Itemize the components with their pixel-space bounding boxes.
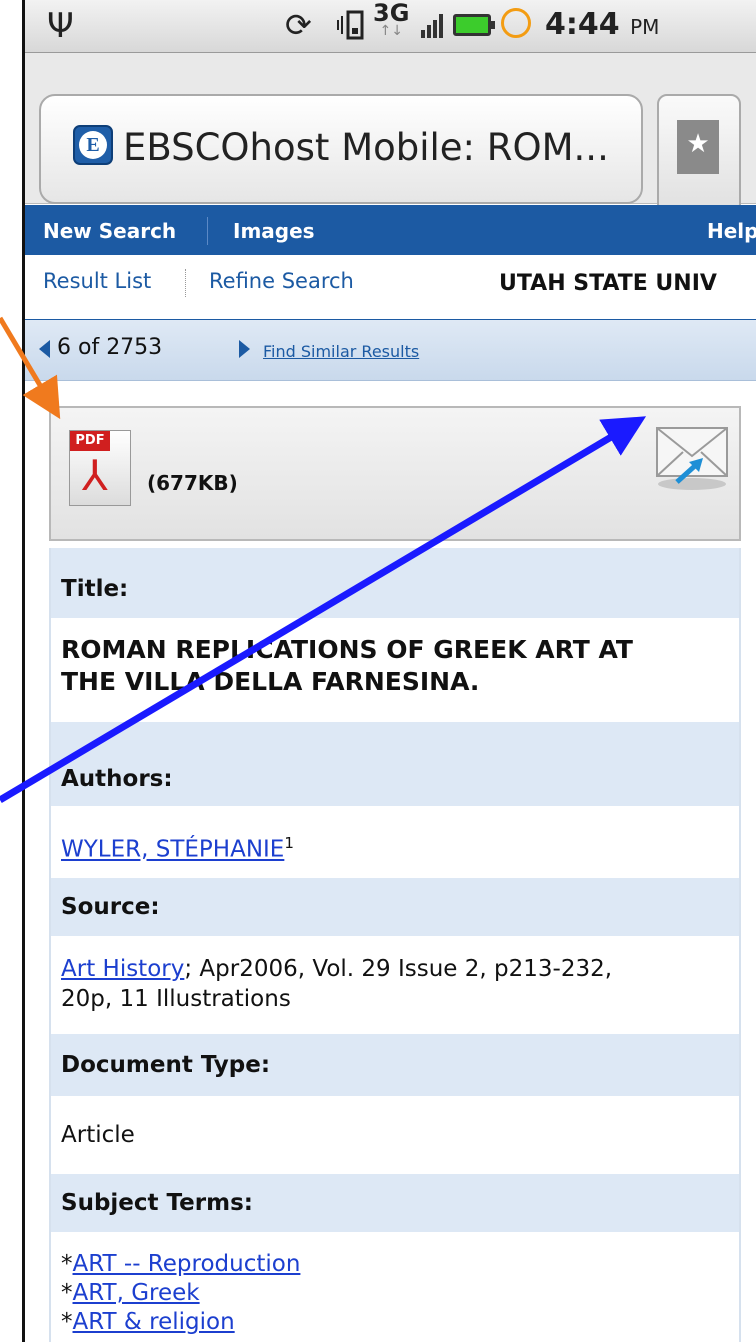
page-title: EBSCOhost Mobile: ROM... — [123, 126, 609, 169]
pdf-badge: PDF — [70, 431, 110, 451]
author-link[interactable]: WYLER, STÉPHANIE — [61, 837, 284, 863]
find-similar-link[interactable]: Find Similar Results — [263, 342, 419, 361]
refine-search-link[interactable]: Refine Search — [209, 269, 354, 293]
phone-screen: Ψ ⟳ 3G ↑↓ 4:44 PM E EBSCOhost Mobile: RO… — [22, 0, 756, 1342]
record-title-line-2: THE VILLA DELLA FARNESINA. — [61, 667, 480, 696]
battery-icon — [453, 14, 495, 36]
author-value: WYLER, STÉPHANIE1 — [61, 828, 721, 865]
source-details-line-2: 20p, 11 Illustrations — [61, 986, 291, 1012]
clock-ampm: PM — [630, 15, 660, 39]
author-affiliation-mark: 1 — [284, 834, 294, 852]
record-detail: Title: ROMAN REPLICATIONS OF GREEK ART A… — [49, 548, 741, 1342]
usb-icon: Ψ — [47, 6, 74, 46]
ebsco-favicon-icon: E — [73, 125, 113, 165]
result-position: 6 of 2753 — [57, 335, 163, 360]
pdf-icon[interactable]: PDF ⅄ — [69, 430, 131, 506]
top-navigation: New Search Images Help — [25, 205, 756, 255]
new-search-link[interactable]: New Search — [43, 219, 176, 243]
network-indicator: 3G ↑↓ — [373, 1, 409, 38]
journal-link[interactable]: Art History — [61, 956, 184, 982]
images-link[interactable]: Images — [233, 219, 315, 243]
result-list-link[interactable]: Result List — [43, 269, 151, 293]
subject-term: *ART, Greek — [61, 1280, 200, 1306]
subject-term-link[interactable]: ART & religion — [73, 1309, 235, 1335]
institution-name: UTAH STATE UNIV — [499, 271, 717, 296]
document-type-label: Document Type: — [51, 1034, 739, 1096]
subject-term: *ART -- Reproduction — [61, 1251, 301, 1277]
signal-icon — [421, 12, 447, 38]
subject-terms-list: *ART -- Reproduction *ART, Greek *ART & … — [61, 1250, 721, 1337]
help-link[interactable]: Help — [707, 219, 756, 243]
title-label: Title: — [51, 548, 739, 618]
url-field[interactable]: E EBSCOhost Mobile: ROM... — [39, 94, 643, 204]
subject-terms-label: Subject Terms: — [51, 1174, 739, 1232]
next-result-icon[interactable] — [239, 340, 250, 358]
star-bookmark-icon: ★ — [677, 120, 719, 174]
status-bar: Ψ ⟳ 3G ↑↓ 4:44 PM — [25, 0, 756, 53]
clock-time: 4:44 — [545, 7, 620, 42]
pdf-size: (677KB) — [147, 471, 238, 495]
source-value: Art History; Apr2006, Vol. 29 Issue 2, p… — [61, 954, 721, 1014]
status-clock: 4:44 PM — [545, 7, 659, 42]
source-details: ; Apr2006, Vol. 29 Issue 2, p213-232, — [184, 956, 613, 982]
subject-term-link[interactable]: ART, Greek — [73, 1280, 200, 1306]
source-label: Source: — [51, 878, 739, 936]
browser-toolbar: E EBSCOhost Mobile: ROM... ★ — [25, 53, 756, 214]
previous-result-icon[interactable] — [39, 340, 50, 358]
sync-icon: ⟳ — [285, 6, 312, 44]
full-text-toolbar: PDF ⅄ (677KB) — [49, 406, 741, 541]
sub-navigation: Result List Refine Search UTAH STATE UNI… — [25, 255, 756, 321]
favicon-letter: E — [79, 131, 107, 159]
bookmark-button[interactable]: ★ — [657, 94, 741, 214]
subject-term: *ART & religion — [61, 1309, 235, 1335]
alarm-icon — [501, 8, 531, 38]
document-type-value: Article — [61, 1122, 135, 1148]
record-title-line-1: ROMAN REPLICATIONS OF GREEK ART AT — [61, 635, 633, 664]
email-icon[interactable] — [653, 422, 731, 492]
vibrate-icon — [337, 10, 364, 40]
adobe-logo-icon: ⅄ — [82, 454, 108, 500]
subnav-divider — [185, 269, 186, 297]
subject-term-link[interactable]: ART -- Reproduction — [73, 1251, 301, 1277]
record-title: ROMAN REPLICATIONS OF GREEK ART AT THE V… — [61, 634, 731, 698]
authors-label: Authors: — [51, 722, 739, 806]
result-navigation: 6 of 2753 Find Similar Results — [25, 320, 756, 381]
nav-divider — [207, 217, 208, 245]
